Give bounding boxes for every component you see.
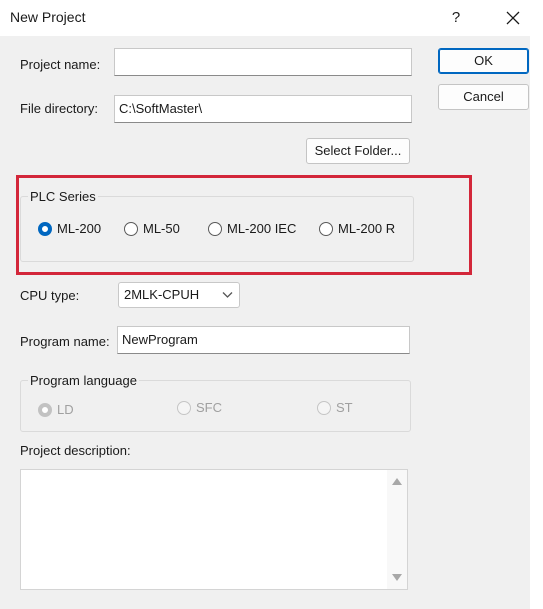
annotation-highlight — [16, 175, 472, 275]
project-name-input[interactable] — [114, 48, 412, 76]
program-language-option-sfc[interactable]: SFC — [177, 400, 222, 415]
cpu-type-label: CPU type: — [20, 288, 80, 303]
file-directory-input[interactable]: C:\SoftMaster\ — [114, 95, 412, 123]
close-button[interactable] — [500, 6, 526, 30]
program-language-option-label: LD — [57, 402, 74, 417]
file-directory-label: File directory: — [20, 101, 99, 116]
window-edge — [530, 36, 543, 609]
program-language-option-st[interactable]: ST — [317, 400, 353, 415]
radio-icon[interactable] — [177, 400, 191, 415]
program-language-option-ld[interactable]: LD — [38, 402, 74, 417]
project-name-label: Project name: — [20, 57, 101, 72]
radio-icon[interactable] — [317, 400, 331, 415]
description-scrollbar[interactable] — [387, 470, 407, 589]
radio-checked-icon[interactable] — [38, 402, 52, 417]
close-icon — [506, 11, 520, 25]
help-button[interactable]: ? — [444, 6, 468, 30]
project-description-label: Project description: — [20, 443, 131, 458]
cpu-type-select[interactable]: 2MLK-CPUH — [118, 282, 240, 308]
select-folder-button[interactable]: Select Folder... — [306, 138, 410, 164]
window-title: New Project — [10, 9, 86, 25]
project-description-textarea[interactable] — [20, 469, 408, 590]
chevron-down-icon — [222, 292, 233, 298]
program-name-input[interactable]: NewProgram — [117, 326, 410, 354]
program-language-title: Program language — [28, 373, 139, 388]
program-name-label: Program name: — [20, 334, 110, 349]
cancel-button[interactable]: Cancel — [438, 84, 529, 110]
program-language-option-label: ST — [336, 400, 353, 415]
program-language-option-label: SFC — [196, 400, 222, 415]
scroll-down-icon[interactable] — [392, 574, 402, 581]
cpu-type-value: 2MLK-CPUH — [124, 287, 200, 302]
ok-button[interactable]: OK — [438, 48, 529, 74]
scroll-up-icon[interactable] — [392, 478, 402, 485]
